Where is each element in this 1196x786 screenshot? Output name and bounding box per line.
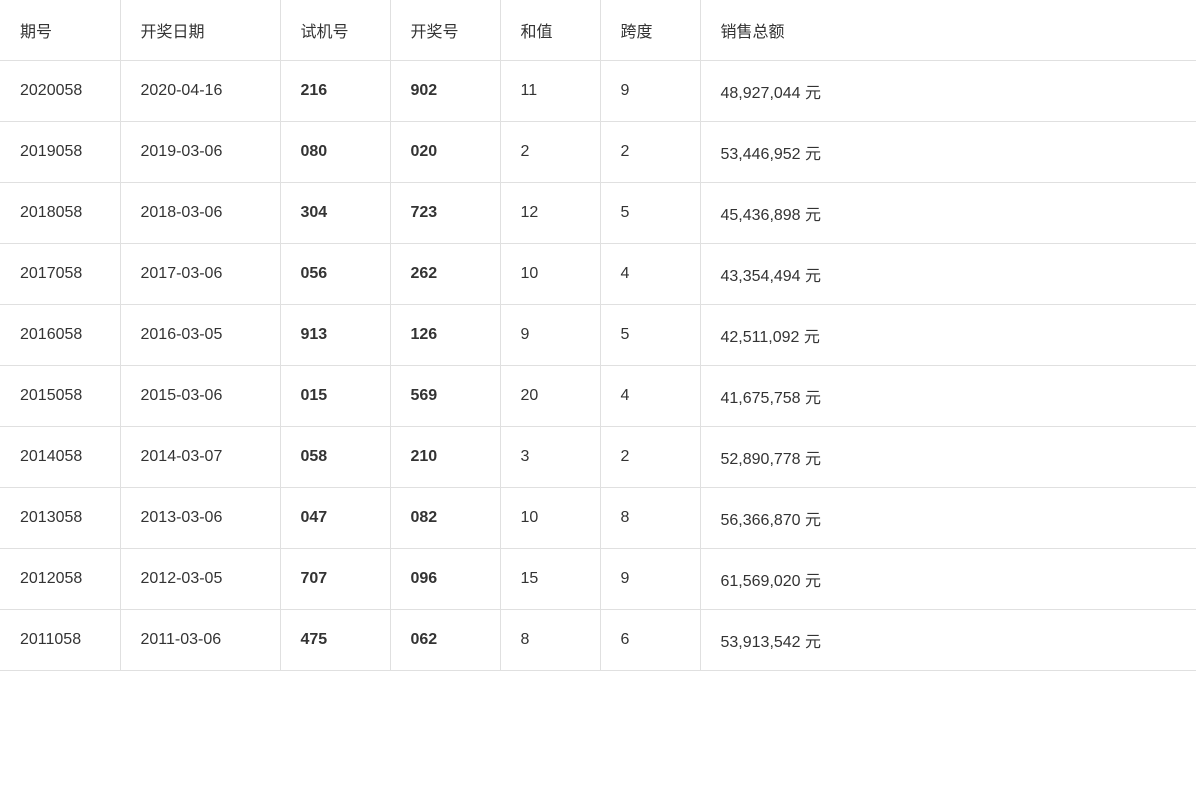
table-row: 20190582019-03-060800202253,446,952 元: [0, 122, 1196, 183]
header-kaij: 开奖号: [390, 0, 500, 61]
cell-sales: 42,511,092 元: [700, 305, 1196, 366]
cell-hezhi: 15: [500, 549, 600, 610]
cell-kuadu: 4: [600, 366, 700, 427]
cell-hezhi: 11: [500, 61, 600, 122]
table-header-row: 期号 开奖日期 试机号 开奖号 和值 跨度 销售总额: [0, 0, 1196, 61]
cell-sales: 52,890,778 元: [700, 427, 1196, 488]
cell-date: 2018-03-06: [120, 183, 280, 244]
table-row: 20110582011-03-064750628653,913,542 元: [0, 610, 1196, 671]
cell-hezhi: 12: [500, 183, 600, 244]
cell-shiji: 056: [280, 244, 390, 305]
cell-qihao: 2011058: [0, 610, 120, 671]
cell-qihao: 2018058: [0, 183, 120, 244]
cell-hezhi: 8: [500, 610, 600, 671]
cell-kuadu: 8: [600, 488, 700, 549]
cell-sales: 56,366,870 元: [700, 488, 1196, 549]
cell-kaij: 723: [390, 183, 500, 244]
cell-qihao: 2012058: [0, 549, 120, 610]
cell-qihao: 2013058: [0, 488, 120, 549]
cell-kaij: 569: [390, 366, 500, 427]
table-row: 20140582014-03-070582103252,890,778 元: [0, 427, 1196, 488]
header-sales: 销售总额: [700, 0, 1196, 61]
cell-date: 2014-03-07: [120, 427, 280, 488]
cell-date: 2012-03-05: [120, 549, 280, 610]
table-row: 20170582017-03-0605626210443,354,494 元: [0, 244, 1196, 305]
cell-qihao: 2014058: [0, 427, 120, 488]
cell-qihao: 2016058: [0, 305, 120, 366]
cell-kaij: 210: [390, 427, 500, 488]
cell-shiji: 475: [280, 610, 390, 671]
cell-date: 2020-04-16: [120, 61, 280, 122]
lottery-table-container: 期号 开奖日期 试机号 开奖号 和值 跨度 销售总额 20200582020-0…: [0, 0, 1196, 671]
cell-hezhi: 9: [500, 305, 600, 366]
header-qihao: 期号: [0, 0, 120, 61]
table-row: 20130582013-03-0604708210856,366,870 元: [0, 488, 1196, 549]
cell-kuadu: 9: [600, 549, 700, 610]
cell-qihao: 2017058: [0, 244, 120, 305]
cell-kuadu: 5: [600, 305, 700, 366]
cell-shiji: 707: [280, 549, 390, 610]
cell-kaij: 020: [390, 122, 500, 183]
header-kuadu: 跨度: [600, 0, 700, 61]
header-date: 开奖日期: [120, 0, 280, 61]
cell-date: 2015-03-06: [120, 366, 280, 427]
cell-shiji: 913: [280, 305, 390, 366]
cell-hezhi: 10: [500, 488, 600, 549]
header-hezhi: 和值: [500, 0, 600, 61]
cell-sales: 53,446,952 元: [700, 122, 1196, 183]
cell-date: 2011-03-06: [120, 610, 280, 671]
cell-kaij: 096: [390, 549, 500, 610]
cell-kaij: 062: [390, 610, 500, 671]
cell-date: 2019-03-06: [120, 122, 280, 183]
cell-shiji: 015: [280, 366, 390, 427]
cell-kuadu: 6: [600, 610, 700, 671]
cell-sales: 41,675,758 元: [700, 366, 1196, 427]
cell-kaij: 902: [390, 61, 500, 122]
cell-qihao: 2019058: [0, 122, 120, 183]
cell-qihao: 2015058: [0, 366, 120, 427]
cell-shiji: 304: [280, 183, 390, 244]
cell-hezhi: 3: [500, 427, 600, 488]
cell-shiji: 058: [280, 427, 390, 488]
cell-hezhi: 10: [500, 244, 600, 305]
cell-kuadu: 2: [600, 427, 700, 488]
cell-date: 2016-03-05: [120, 305, 280, 366]
cell-shiji: 047: [280, 488, 390, 549]
table-row: 20160582016-03-059131269542,511,092 元: [0, 305, 1196, 366]
cell-sales: 53,913,542 元: [700, 610, 1196, 671]
cell-kaij: 262: [390, 244, 500, 305]
cell-qihao: 2020058: [0, 61, 120, 122]
cell-kuadu: 4: [600, 244, 700, 305]
header-shiji: 试机号: [280, 0, 390, 61]
cell-kaij: 082: [390, 488, 500, 549]
cell-kaij: 126: [390, 305, 500, 366]
table-row: 20150582015-03-0601556920441,675,758 元: [0, 366, 1196, 427]
table-row: 20120582012-03-0570709615961,569,020 元: [0, 549, 1196, 610]
cell-sales: 43,354,494 元: [700, 244, 1196, 305]
cell-shiji: 080: [280, 122, 390, 183]
cell-sales: 45,436,898 元: [700, 183, 1196, 244]
cell-sales: 48,927,044 元: [700, 61, 1196, 122]
cell-kuadu: 9: [600, 61, 700, 122]
table-row: 20180582018-03-0630472312545,436,898 元: [0, 183, 1196, 244]
cell-date: 2017-03-06: [120, 244, 280, 305]
cell-date: 2013-03-06: [120, 488, 280, 549]
cell-sales: 61,569,020 元: [700, 549, 1196, 610]
cell-hezhi: 20: [500, 366, 600, 427]
cell-hezhi: 2: [500, 122, 600, 183]
cell-kuadu: 2: [600, 122, 700, 183]
lottery-table: 期号 开奖日期 试机号 开奖号 和值 跨度 销售总额 20200582020-0…: [0, 0, 1196, 671]
cell-shiji: 216: [280, 61, 390, 122]
cell-kuadu: 5: [600, 183, 700, 244]
table-row: 20200582020-04-1621690211948,927,044 元: [0, 61, 1196, 122]
